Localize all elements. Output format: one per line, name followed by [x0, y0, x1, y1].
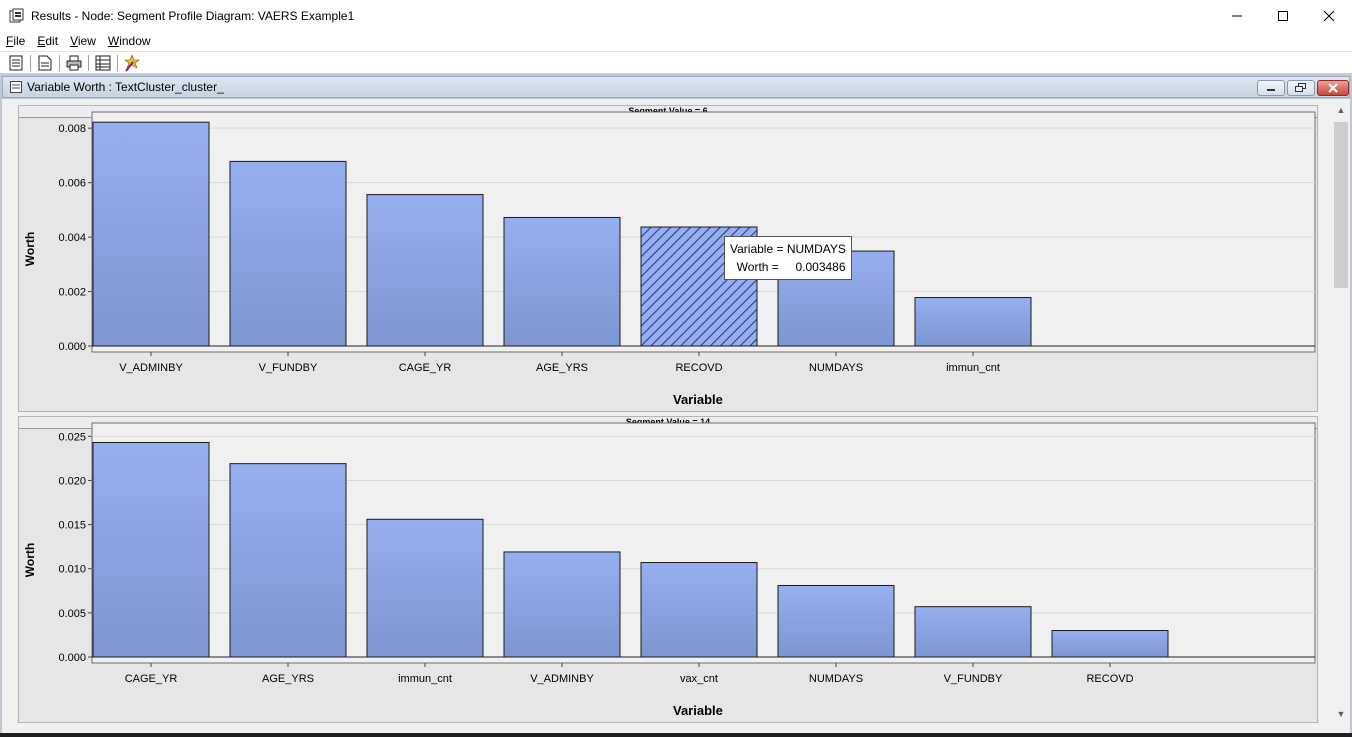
inner-window-title: Variable Worth : TextCluster_cluster_	[27, 80, 224, 94]
close-button[interactable]	[1306, 0, 1352, 31]
bar-immun-cnt[interactable]	[366, 518, 484, 658]
bar-v-adminby[interactable]	[503, 551, 621, 658]
minimize-icon	[1232, 15, 1242, 16]
y-tick-label: 0.005	[58, 608, 86, 620]
toolbar-separator	[88, 54, 89, 71]
bar-recovd[interactable]	[1051, 630, 1169, 658]
toolbar-properties-button[interactable]	[7, 54, 25, 72]
restore-icon	[1295, 83, 1306, 92]
x-tick-label: NUMDAYS	[809, 362, 863, 374]
tooltip-line-worth: Worth = 0.003486	[730, 260, 846, 274]
x-tick-label: RECOVD	[1086, 673, 1133, 685]
y-tick-label: 0.002	[58, 287, 86, 299]
y-tick-label: 0.025	[58, 431, 86, 443]
toolbar-interactive-button[interactable]	[123, 53, 141, 72]
toolbar-separator	[30, 54, 31, 71]
minimize-icon	[1267, 89, 1275, 91]
scrollbar-thumb[interactable]	[1334, 122, 1348, 288]
toolbar	[0, 51, 1352, 74]
y-tick-label: 0.020	[58, 475, 86, 487]
y-tick-label: 0.000	[58, 652, 86, 664]
table-icon	[95, 55, 111, 70]
bar-immun-cnt[interactable]	[914, 297, 1032, 347]
toolbar-table-button[interactable]	[94, 54, 112, 72]
close-icon	[1328, 83, 1338, 93]
wand-icon	[124, 53, 140, 72]
segment-panel-14: Segment Value = 14 Worth 0.000 0.005 0.010…	[18, 416, 1318, 723]
x-tick-label: V_ADMINBY	[119, 362, 183, 374]
menu-view[interactable]: View	[64, 34, 102, 48]
menu-bar: File Edit View Window	[0, 31, 1352, 51]
x-tick-label: V_FUNDBY	[944, 673, 1003, 685]
menu-edit[interactable]: Edit	[31, 34, 64, 48]
inner-window-title-bar: Variable Worth : TextCluster_cluster_	[2, 76, 1350, 98]
x-axis-label: Variable	[673, 703, 723, 718]
menu-window[interactable]: Window	[102, 34, 157, 48]
bar-age-yrs[interactable]	[229, 463, 347, 658]
inner-close-button[interactable]	[1317, 80, 1349, 96]
bar-vax-cnt[interactable]	[640, 562, 758, 658]
printer-icon	[66, 55, 82, 70]
inner-minimize-button[interactable]	[1257, 80, 1285, 96]
y-tick-label: 0.008	[58, 123, 86, 135]
x-tick-label: immun_cnt	[946, 362, 1000, 374]
toolbar-separator	[117, 54, 118, 71]
bar-v-fundby[interactable]	[229, 160, 347, 347]
inner-restore-button[interactable]	[1287, 80, 1315, 96]
x-tick-label: vax_cnt	[680, 673, 718, 685]
x-tick-label: AGE_YRS	[536, 362, 588, 374]
scroll-down-arrow-icon[interactable]: ▼	[1332, 705, 1350, 722]
segment-panel-6: Segment Value = 6 Worth 0.000 0.002 0.004 0…	[18, 105, 1318, 412]
bar-v-adminby[interactable]	[92, 121, 210, 347]
x-axis-label: Variable	[673, 392, 723, 407]
y-tick-label: 0.004	[58, 232, 86, 244]
bar-cage-yr[interactable]	[366, 194, 484, 347]
window-title: Results - Node: Segment Profile Diagram:…	[31, 8, 355, 23]
window-title-bar: Results - Node: Segment Profile Diagram:…	[0, 0, 1352, 31]
workspace: Variable Worth : TextCluster_cluster_ Se…	[0, 74, 1352, 737]
toolbar-print-button[interactable]	[65, 54, 83, 72]
x-tick-label: immun_cnt	[398, 673, 452, 685]
maximize-button[interactable]	[1260, 0, 1306, 31]
y-tick-label: 0.006	[58, 178, 86, 190]
bar-v-fundby[interactable]	[914, 606, 1032, 658]
tooltip-line-variable: Variable = NUMDAYS	[730, 242, 846, 256]
bar-age-yrs[interactable]	[503, 216, 621, 347]
x-tick-label: RECOVD	[675, 362, 722, 374]
bar-chart-segment-14[interactable]: 0.000 0.005 0.010 0.015 0.020 0.025 CAGE_YR AGE…	[19, 417, 1319, 724]
x-tick-label: NUMDAYS	[809, 673, 863, 685]
toolbar-separator	[59, 54, 60, 71]
variable-worth-window-icon	[10, 81, 22, 93]
data-tip: Variable = NUMDAYS Worth = 0.003486	[724, 236, 852, 280]
scroll-up-arrow-icon[interactable]: ▲	[1332, 101, 1350, 118]
bar-numdays[interactable]	[777, 584, 895, 658]
close-icon	[1323, 10, 1335, 21]
results-app-icon	[9, 8, 24, 22]
vertical-scrollbar[interactable]: ▲ ▼	[1332, 99, 1350, 737]
x-tick-label: V_FUNDBY	[259, 362, 318, 374]
y-tick-label: 0.015	[58, 520, 86, 532]
document-page-icon	[38, 55, 52, 70]
y-tick-label: 0.010	[58, 564, 86, 576]
bar-chart-segment-6[interactable]: 0.000 0.002 0.004 0.006 0.008 V_ADMINBY V_FUND…	[19, 106, 1319, 413]
results-content: Segment Value = 6 Worth 0.000 0.002 0.004 0…	[2, 99, 1350, 737]
menu-file[interactable]: File	[0, 34, 31, 48]
bar-cage-yr[interactable]	[92, 441, 210, 658]
x-tick-label: AGE_YRS	[262, 673, 314, 685]
x-tick-label: CAGE_YR	[125, 673, 178, 685]
taskbar	[0, 733, 1352, 737]
x-tick-label: CAGE_YR	[399, 362, 452, 374]
document-list-icon	[9, 55, 23, 70]
maximize-icon	[1278, 10, 1288, 21]
minimize-button[interactable]	[1214, 0, 1260, 31]
toolbar-view-button[interactable]	[36, 54, 54, 72]
y-tick-label: 0.000	[58, 341, 86, 353]
x-tick-label: V_ADMINBY	[530, 673, 594, 685]
